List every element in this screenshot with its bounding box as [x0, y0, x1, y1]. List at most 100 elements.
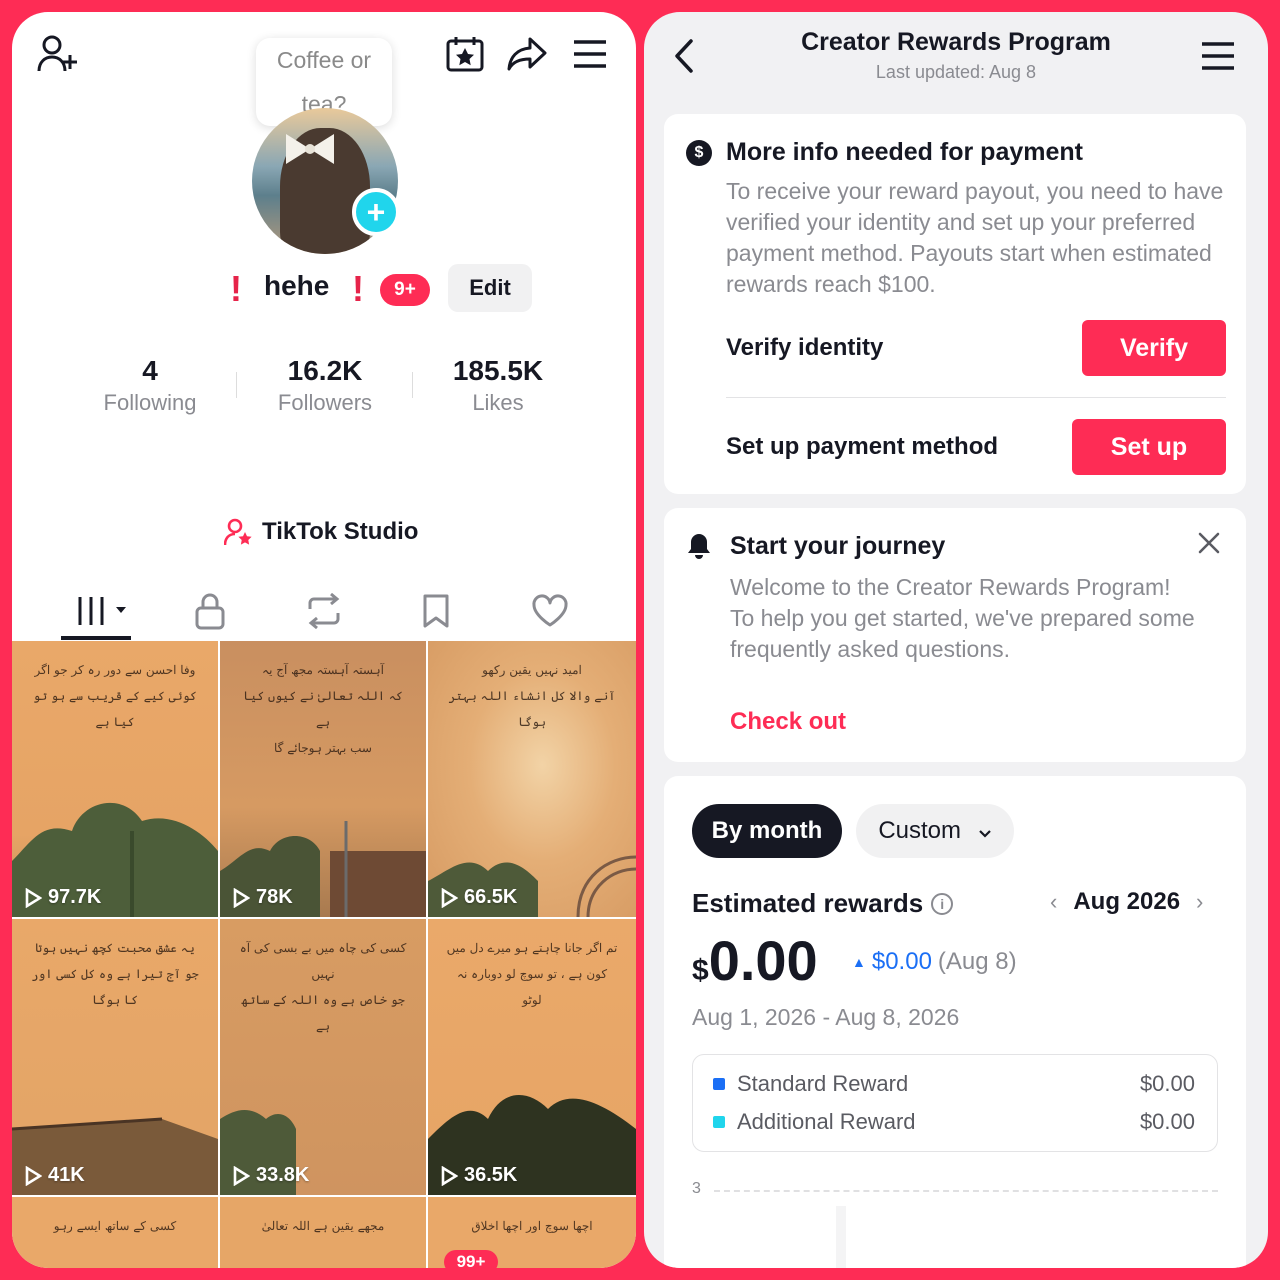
legend-swatch [713, 1116, 725, 1128]
card-body: Welcome to the Creator Rewards Program! … [730, 574, 1195, 662]
view-count-text: 41K [48, 1164, 85, 1186]
estimated-rewards-label: Estimated rewards [692, 888, 924, 918]
view-count: 33.8K [232, 1164, 309, 1187]
daily-change: ▲ $0.00 (Aug 8) [852, 948, 1017, 976]
menu-icon[interactable] [570, 36, 610, 72]
exclamation-mark: ! [352, 268, 364, 309]
legend-name: Additional Reward [737, 1109, 916, 1134]
video-tile[interactable]: کسی کی چاہ میں بے بسی کی آہ نہیں جو خاص ہ… [220, 919, 426, 1195]
change-date: (Aug 8) [937, 948, 1017, 975]
amount-value: 0.00 [708, 929, 818, 992]
notification-badge[interactable]: 9+ [380, 274, 430, 306]
page-title: Creator Rewards Program [801, 28, 1111, 56]
divider [726, 397, 1226, 398]
active-tab-indicator [61, 636, 131, 640]
name-row: ! hehe ! 9+ Edit [12, 264, 636, 316]
stat-number: 16.2K [287, 355, 363, 386]
month-selector: ‹ Aug 2026 › [1050, 888, 1203, 916]
verify-button[interactable]: Verify [1082, 320, 1226, 376]
video-tile[interactable]: امید نہیں یقین رکھو آنے والا کل انشاء الل… [428, 641, 636, 917]
inbox-badge[interactable]: 99+ [444, 1250, 498, 1268]
view-count: 36.5K [440, 1164, 517, 1187]
card-title: Start your journey [730, 532, 946, 560]
bookmark-icon [423, 594, 449, 628]
check-out-link[interactable]: Check out [730, 708, 846, 736]
tab-videos[interactable] [64, 582, 144, 640]
estimated-rewards-card: By month Custom Estimated rewards i ‹ Au… [664, 776, 1246, 1268]
play-icon [233, 887, 250, 908]
view-count: 78K [232, 886, 293, 909]
stat-label: Following [103, 390, 197, 415]
legend-name: Standard Reward [737, 1071, 909, 1096]
add-friend-icon[interactable] [34, 32, 82, 76]
stat-label: Likes [472, 390, 524, 415]
verify-identity-label: Verify identity [726, 334, 884, 361]
chevron-down-icon [978, 805, 992, 859]
info-icon[interactable]: i [931, 892, 954, 915]
calendar-star-icon[interactable] [444, 34, 486, 74]
play-icon [25, 1165, 42, 1186]
payment-info-card: $ More info needed for payment To receiv… [664, 114, 1246, 494]
tab-private[interactable] [170, 582, 250, 640]
view-count-text: 78K [256, 886, 293, 908]
menu-icon[interactable] [1198, 38, 1238, 74]
edit-profile-button[interactable]: Edit [448, 264, 532, 312]
play-icon [25, 887, 42, 908]
view-count: 97.7K [24, 886, 101, 909]
lock-icon [195, 593, 225, 630]
legend-value: $0.00 [1139, 1071, 1195, 1096]
legend-value: $0.00 [1139, 1109, 1195, 1134]
stat-label: Followers [277, 390, 373, 415]
video-tile[interactable]: مجھے یقین ہے اللہ تعالیٰ [220, 1197, 426, 1268]
tiktok-studio-link[interactable]: TikTok Studio [224, 518, 418, 546]
add-story-button[interactable]: + [352, 188, 400, 236]
tab-reposts[interactable] [284, 582, 364, 640]
legend-item: Additional Reward $0.00 [713, 1107, 1195, 1137]
profile-tabs [12, 582, 636, 640]
card-body: To receive your reward payout, you need … [726, 178, 1224, 297]
change-value: $0.00 [871, 948, 932, 975]
stat-number: 185.5K [452, 355, 544, 386]
custom-range-dropdown[interactable]: Custom [856, 804, 1014, 858]
chart-bar-placeholder [836, 1206, 846, 1268]
username: hehe [264, 270, 330, 301]
tab-liked[interactable] [510, 582, 590, 640]
video-tile[interactable]: آہستہ آہستہ مجھ آج یہ کہ اللہ تعالیٰ نے ک… [220, 641, 426, 917]
custom-label: Custom [878, 817, 961, 844]
studio-label: TikTok Studio [262, 518, 419, 545]
by-month-toggle[interactable]: By month [692, 804, 842, 858]
legend-swatch [713, 1078, 725, 1090]
card-title: More info needed for payment [726, 138, 1083, 166]
tab-favorites[interactable] [396, 582, 476, 640]
video-tile[interactable]: وفا احسن سے دور رہ کر جو اگر کوئی کیے کے … [12, 641, 218, 917]
view-count: 41K [24, 1164, 85, 1187]
video-grid: وفا احسن سے دور رہ کر جو اگر کوئی کیے کے … [12, 641, 636, 1268]
profile-panel: Coffee or tea? + ! hehe ! 9+ Edit 4 Foll… [12, 12, 636, 1268]
view-count: 66.5K [440, 886, 517, 909]
stat-likes[interactable]: 185.5K Likes [436, 354, 560, 418]
payment-method-label: Set up payment method [726, 433, 999, 460]
video-tile[interactable]: یہ عشق محبت کچھ نہیں ہوتا جو آج تیرا ہے و… [12, 919, 218, 1195]
close-icon[interactable] [1196, 530, 1222, 556]
exclamation-mark: ! [230, 268, 242, 309]
dollar-icon: $ [686, 140, 712, 166]
divider [236, 372, 237, 398]
chevron-left-icon[interactable]: ‹ [1050, 889, 1057, 915]
axis-tick-label: 3 [692, 1180, 701, 1197]
stat-following[interactable]: 4 Following [90, 354, 210, 418]
date-range: Aug 1, 2026 - Aug 8, 2026 [692, 1004, 960, 1030]
estimated-rewards-title: Estimated rewards i [692, 888, 954, 919]
divider [412, 372, 413, 398]
play-icon [441, 887, 458, 908]
play-icon [441, 1165, 458, 1186]
stat-followers[interactable]: 16.2K Followers [262, 354, 388, 418]
rewards-amount: $0.00 [692, 928, 818, 993]
view-count-text: 97.7K [48, 886, 102, 908]
video-tile[interactable]: تم اگر جانا چاہتے ہو میرے دل میں کون ہے ،… [428, 919, 636, 1195]
setup-button[interactable]: Set up [1072, 419, 1226, 475]
share-icon[interactable] [506, 34, 548, 74]
video-grid-icon [76, 597, 126, 625]
chevron-right-icon[interactable]: › [1196, 889, 1203, 915]
gridline [714, 1190, 1218, 1192]
video-tile[interactable]: کسی کے ساتھ ایسے رہو [12, 1197, 218, 1268]
